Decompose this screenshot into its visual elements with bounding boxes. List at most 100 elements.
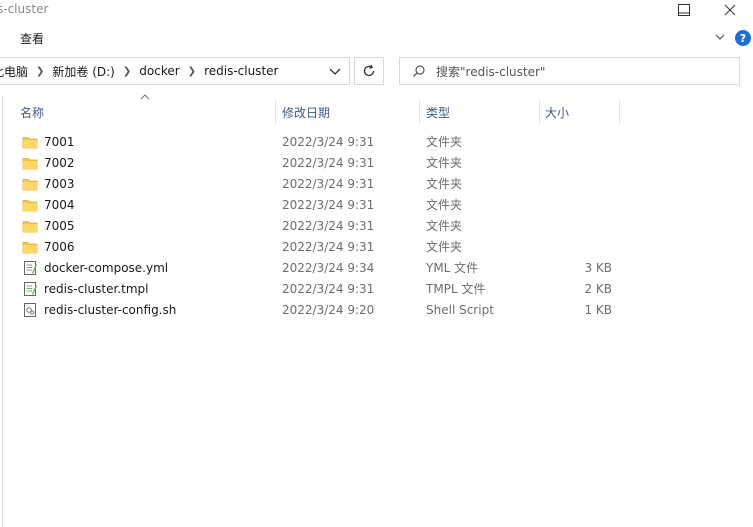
file-row[interactable]: docker-compose.yml 2022/3/24 9:34 YML 文件 3 …: [18, 257, 618, 278]
file-name-cell[interactable]: redis-cluster.tmpl: [18, 278, 148, 299]
folder-icon: [22, 218, 38, 234]
file-type: YML 文件: [426, 261, 479, 275]
breadcrumb-separator-icon[interactable]: ❯: [119, 66, 135, 77]
breadcrumb-separator-icon[interactable]: ❯: [32, 66, 48, 77]
file-name-cell[interactable]: 7003: [18, 173, 75, 194]
file-type: Shell Script: [426, 302, 494, 317]
file-modified-date: 2022/3/24 9:31: [282, 176, 375, 191]
file-name-cell[interactable]: 7002: [18, 152, 75, 173]
file-row[interactable]: redis-cluster.tmpl 2022/3/24 9:31 TMPL 文件 2…: [18, 278, 618, 299]
script-file-icon: [22, 302, 38, 318]
file-row[interactable]: 7003 2022/3/24 9:31 文件夹: [18, 173, 618, 194]
file-size: 1 KB: [584, 302, 612, 317]
file-name-cell[interactable]: 7001: [18, 131, 75, 152]
file-type: 文件夹: [426, 198, 463, 212]
chevron-down-icon: [329, 68, 341, 75]
file-size: [538, 173, 612, 194]
file-size: 3 KB: [584, 260, 612, 275]
file-modified-date: 2022/3/24 9:31: [282, 134, 375, 149]
help-button[interactable]: ?: [735, 30, 751, 46]
close-button[interactable]: [707, 0, 753, 20]
navigation-pane-edge: [2, 96, 3, 527]
breadcrumb-redis-cluster[interactable]: redis-cluster: [200, 64, 282, 78]
column-header-date-label: 修改日期: [282, 105, 331, 120]
file-name: 7006: [44, 239, 75, 254]
folder-icon: [22, 197, 38, 213]
help-icon: ?: [739, 31, 747, 45]
file-modified-date: 2022/3/24 9:31: [282, 197, 375, 212]
breadcrumb-separator-icon[interactable]: ❯: [184, 66, 200, 77]
file-type: 文件夹: [426, 219, 463, 233]
column-header-size[interactable]: 大小: [545, 100, 619, 124]
breadcrumb-docker[interactable]: docker: [135, 64, 183, 78]
file-name: 7004: [44, 197, 75, 212]
folder-icon: [22, 155, 38, 171]
folder-icon: [22, 176, 38, 192]
file-size: [538, 152, 612, 173]
close-icon: [724, 4, 736, 16]
file-size: 2 KB: [584, 281, 612, 296]
breadcrumb-this-pc[interactable]: 此电脑: [0, 63, 32, 80]
chevron-down-icon: [715, 34, 725, 40]
file-modified-date: 2022/3/24 9:31: [282, 218, 375, 233]
file-row[interactable]: 7005 2022/3/24 9:31 文件夹: [18, 215, 618, 236]
address-history-button[interactable]: [321, 58, 349, 84]
file-size: [538, 131, 612, 152]
file-size: [538, 194, 612, 215]
ribbon-tab-view[interactable]: 查看: [20, 30, 44, 47]
file-name: 7005: [44, 218, 75, 233]
file-name: docker-compose.yml: [44, 260, 169, 275]
search-input[interactable]: 搜索"redis-cluster": [436, 63, 545, 80]
column-header-size-label: 大小: [545, 105, 570, 120]
file-size: [538, 236, 612, 257]
file-type: 文件夹: [426, 135, 463, 149]
refresh-icon: [363, 64, 375, 77]
maximize-icon: [678, 4, 690, 16]
file-row[interactable]: 7006 2022/3/24 9:31 文件夹: [18, 236, 618, 257]
search-icon: [412, 64, 426, 78]
file-name-cell[interactable]: docker-compose.yml: [18, 257, 168, 278]
file-modified-date: 2022/3/24 9:20: [282, 302, 375, 317]
file-type: 文件夹: [426, 240, 463, 254]
file-name: 7002: [44, 155, 75, 170]
file-type: 文件夹: [426, 156, 463, 170]
file-name: redis-cluster.tmpl: [44, 281, 149, 296]
column-divider[interactable]: [419, 100, 420, 124]
file-modified-date: 2022/3/24 9:31: [282, 155, 375, 170]
file-name: 7003: [44, 176, 75, 191]
column-header-name[interactable]: 名称: [20, 100, 275, 124]
folder-icon: [22, 239, 38, 255]
column-divider[interactable]: [539, 100, 540, 124]
window-title: redis-cluster: [0, 2, 49, 16]
text-file-icon: [22, 260, 38, 276]
column-header-date[interactable]: 修改日期: [282, 100, 419, 124]
file-type: 文件夹: [426, 177, 463, 191]
column-header-type[interactable]: 类型: [426, 100, 539, 124]
file-name-cell[interactable]: 7005: [18, 215, 75, 236]
column-header-name-label: 名称: [20, 105, 45, 120]
column-header-type-label: 类型: [426, 105, 451, 120]
file-type: TMPL 文件: [426, 282, 486, 296]
file-name: redis-cluster-config.sh: [44, 302, 177, 317]
file-name-cell[interactable]: 7006: [18, 236, 75, 257]
file-row[interactable]: 7001 2022/3/24 9:31 文件夹: [18, 131, 618, 152]
search-box[interactable]: 搜索"redis-cluster": [399, 57, 740, 85]
column-divider[interactable]: [619, 100, 620, 124]
file-row[interactable]: 7002 2022/3/24 9:31 文件夹: [18, 152, 618, 173]
file-modified-date: 2022/3/24 9:31: [282, 281, 375, 296]
file-modified-date: 2022/3/24 9:34: [282, 260, 375, 275]
file-row[interactable]: 7004 2022/3/24 9:31 文件夹: [18, 194, 618, 215]
file-size: [538, 215, 612, 236]
address-bar[interactable]: 此电脑 ❯ 新加卷 (D:) ❯ docker ❯ redis-cluster: [0, 57, 350, 85]
refresh-button[interactable]: [354, 57, 384, 85]
text-file-icon: [22, 281, 38, 297]
file-modified-date: 2022/3/24 9:31: [282, 239, 375, 254]
file-name-cell[interactable]: redis-cluster-config.sh: [18, 299, 176, 320]
file-name: 7001: [44, 134, 75, 149]
folder-icon: [22, 134, 38, 150]
file-name-cell[interactable]: 7004: [18, 194, 75, 215]
expand-ribbon-button[interactable]: [714, 30, 726, 44]
file-row[interactable]: redis-cluster-config.sh 2022/3/24 9:20 She…: [18, 299, 618, 320]
column-divider[interactable]: [275, 100, 276, 124]
breadcrumb-drive-d[interactable]: 新加卷 (D:): [48, 63, 118, 80]
